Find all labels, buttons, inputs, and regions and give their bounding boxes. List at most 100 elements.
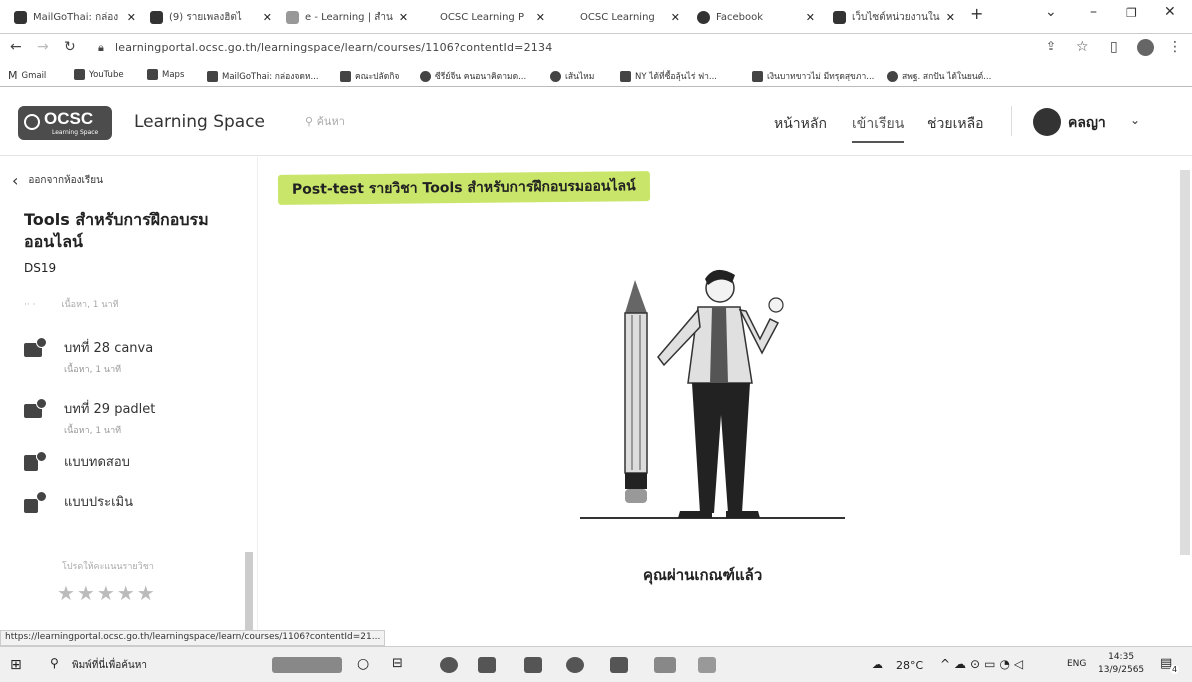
browser-tab[interactable]: OCSC Learning ✕ xyxy=(580,6,680,28)
app-icon[interactable] xyxy=(698,657,716,673)
search-placeholder: ค้นหา xyxy=(316,115,345,128)
leave-classroom-link[interactable]: ‹ ออกจากห้องเรียน xyxy=(12,171,103,190)
lesson-name: แบบทดสอบ xyxy=(64,455,130,470)
minimize-button[interactable]: – xyxy=(1090,4,1097,20)
task-view-icon[interactable]: ⊟ xyxy=(392,656,403,671)
browser-tab[interactable]: e - Learning | สำน ✕ xyxy=(286,6,408,28)
site-search-input[interactable]: ⚲ ค้นหา xyxy=(305,112,345,130)
bookmark-item[interactable]: เส้นไหม xyxy=(550,69,594,83)
word-icon[interactable] xyxy=(610,657,628,673)
bookmark-maps[interactable]: Maps xyxy=(147,69,184,80)
edge-icon[interactable] xyxy=(440,657,458,673)
weather-thumbnail-icon[interactable] xyxy=(272,657,342,673)
windows-start-icon[interactable]: ⊞ xyxy=(10,657,22,673)
pencil-person-illustration xyxy=(580,269,845,519)
reload-icon[interactable]: ↻ xyxy=(64,39,76,55)
maximize-button[interactable]: ❐ xyxy=(1126,6,1137,20)
chrome-icon[interactable] xyxy=(566,657,584,673)
bookmark-item[interactable]: ซีรีย์จีน คนอนาคิตามด... xyxy=(420,69,526,83)
quiz-done-icon xyxy=(24,451,48,473)
browser-tab[interactable]: เว็บไซต์หน่วยงานใน ✕ xyxy=(833,6,955,28)
bookmark-item[interactable]: สพฐ. สกปัน ได้ในยนต์... xyxy=(887,69,991,83)
file-explorer-icon[interactable] xyxy=(478,657,496,673)
evaluation-item[interactable]: แบบประเมิน xyxy=(24,491,133,513)
page-scrollbar[interactable] xyxy=(1180,170,1190,555)
cut-lesson-item[interactable]: ·· · เนื้อหา, 1 นาที xyxy=(24,297,224,311)
site-favicon-icon xyxy=(833,10,846,24)
back-arrow-icon[interactable]: ← xyxy=(10,39,22,55)
person-shoe xyxy=(678,511,712,518)
tab-label: OCSC Learning xyxy=(580,11,655,23)
lesson-item[interactable]: บทที่ 29 padlet เนื้อหา, 1 นาที xyxy=(24,398,155,437)
youtube-favicon-icon xyxy=(150,10,163,24)
test-item[interactable]: แบบทดสอบ xyxy=(24,451,130,473)
browser-tab[interactable]: (9) รายเพลงฮิตไ ✕ xyxy=(150,6,272,28)
bookmark-label: Gmail xyxy=(21,70,47,81)
lesson-item[interactable]: บทที่ 28 canva เนื้อหา, 1 นาที xyxy=(24,337,153,376)
bookmark-mailgothai[interactable]: MailGoThai: กล่องจดห... xyxy=(207,69,319,83)
pencil-band xyxy=(625,473,647,489)
chevron-left-icon: ‹ xyxy=(12,171,19,190)
tab-close-icon[interactable]: ✕ xyxy=(263,11,272,24)
search-icon[interactable]: ⚲ xyxy=(50,656,59,670)
bookmark-item[interactable]: NY ได้ที่ซื้อลุ้นไร่ ฟา... xyxy=(620,69,717,83)
leave-classroom-label: ออกจากห้องเรียน xyxy=(28,175,103,186)
side-panel-icon[interactable]: ▯ xyxy=(1110,39,1118,55)
bookmark-item[interactable]: เงินบาทขาวไม่ มีทรุดสุขภา... xyxy=(752,69,874,83)
tab-search-icon[interactable]: ⌄ xyxy=(1045,4,1057,20)
tab-close-icon[interactable]: ✕ xyxy=(671,11,680,24)
bookmark-gmail[interactable]: M Gmail xyxy=(8,69,46,82)
tab-close-icon[interactable]: ✕ xyxy=(127,11,136,24)
nav-home[interactable]: หน้าหลัก xyxy=(774,113,827,135)
tab-close-icon[interactable]: ✕ xyxy=(399,11,408,24)
taskbar-search-input[interactable]: พิมพ์ที่นี่เพื่อค้นหา xyxy=(72,658,147,673)
user-name[interactable]: คลญา xyxy=(1068,112,1106,134)
ocsc-logo[interactable]: OCSC Learning Space xyxy=(18,106,112,140)
close-window-button[interactable]: ✕ xyxy=(1164,4,1176,20)
taskbar-clock[interactable]: 14:35 13/9/2565 xyxy=(1098,651,1144,677)
lesson-name: บทที่ 28 canva xyxy=(64,341,154,356)
cortana-icon[interactable]: ○ xyxy=(357,656,369,672)
nav-learn[interactable]: เข้าเรียน xyxy=(852,113,905,143)
user-menu-chevron-icon[interactable]: ⌄ xyxy=(1130,113,1140,127)
course-sidebar: ‹ ออกจากห้องเรียน Tools สำหรับการฝึกอบรม… xyxy=(0,157,258,632)
mailgothai-icon xyxy=(207,70,218,82)
bookmark-star-icon[interactable]: ☆ xyxy=(1076,39,1089,55)
rating-label: โปรดให้คะแนนรายวิชา xyxy=(62,562,154,572)
thumbs-up-done-icon xyxy=(24,491,48,513)
profile-avatar[interactable] xyxy=(1137,39,1154,56)
input-language[interactable]: ENG xyxy=(1067,659,1086,669)
gmail-icon: M xyxy=(8,69,18,82)
user-avatar-icon[interactable] xyxy=(1033,108,1061,136)
bookmark-label: คณะปลัดกิจ xyxy=(355,72,400,82)
bookmark-item[interactable]: คณะปลัดกิจ xyxy=(340,69,399,83)
browser-tab[interactable]: MailGoThai: กล่อง ✕ xyxy=(14,6,136,28)
temperature[interactable]: 28°C xyxy=(896,659,923,672)
bookmark-youtube[interactable]: YouTube xyxy=(74,69,124,80)
share-icon[interactable]: ⇪ xyxy=(1046,39,1056,53)
weather-icon[interactable]: ☁ xyxy=(872,658,883,671)
tray-icons[interactable]: ^☁⊙▭◔◁ xyxy=(940,657,1027,671)
youtube-icon xyxy=(74,69,85,80)
tab-close-icon[interactable]: ✕ xyxy=(946,11,955,24)
tab-close-icon[interactable]: ✕ xyxy=(806,11,815,24)
url-field[interactable]: learningportal.ocsc.go.th/learningspace/… xyxy=(115,41,552,54)
browser-tab-strip: MailGoThai: กล่อง ✕ (9) รายเพลงฮิตไ ✕ e - … xyxy=(0,0,1192,34)
new-tab-button[interactable]: + xyxy=(970,4,983,23)
browser-menu-icon[interactable]: ⋮ xyxy=(1168,39,1182,55)
mail-icon[interactable] xyxy=(524,657,542,673)
mailgothai-favicon-icon xyxy=(14,10,27,24)
lesson-name: แบบประเมิน xyxy=(64,495,133,510)
lesson-meta: เนื้อหา, 1 นาที xyxy=(64,426,122,436)
youtube-icon xyxy=(752,70,763,82)
line-icon[interactable] xyxy=(654,657,676,673)
sidebar-scrollbar[interactable] xyxy=(245,552,253,632)
tab-close-icon[interactable]: ✕ xyxy=(536,11,545,24)
browser-tab-active[interactable]: OCSC Learning P ✕ xyxy=(440,6,545,28)
nav-help[interactable]: ช่วยเหลือ xyxy=(927,113,984,135)
globe-icon xyxy=(550,70,561,82)
browser-tab[interactable]: Facebook ✕ xyxy=(697,6,815,28)
lock-icon[interactable]: 🔒︎ xyxy=(98,41,104,55)
rating-stars[interactable]: ★★★★★ xyxy=(57,581,157,605)
forward-arrow-icon[interactable]: → xyxy=(37,39,49,55)
